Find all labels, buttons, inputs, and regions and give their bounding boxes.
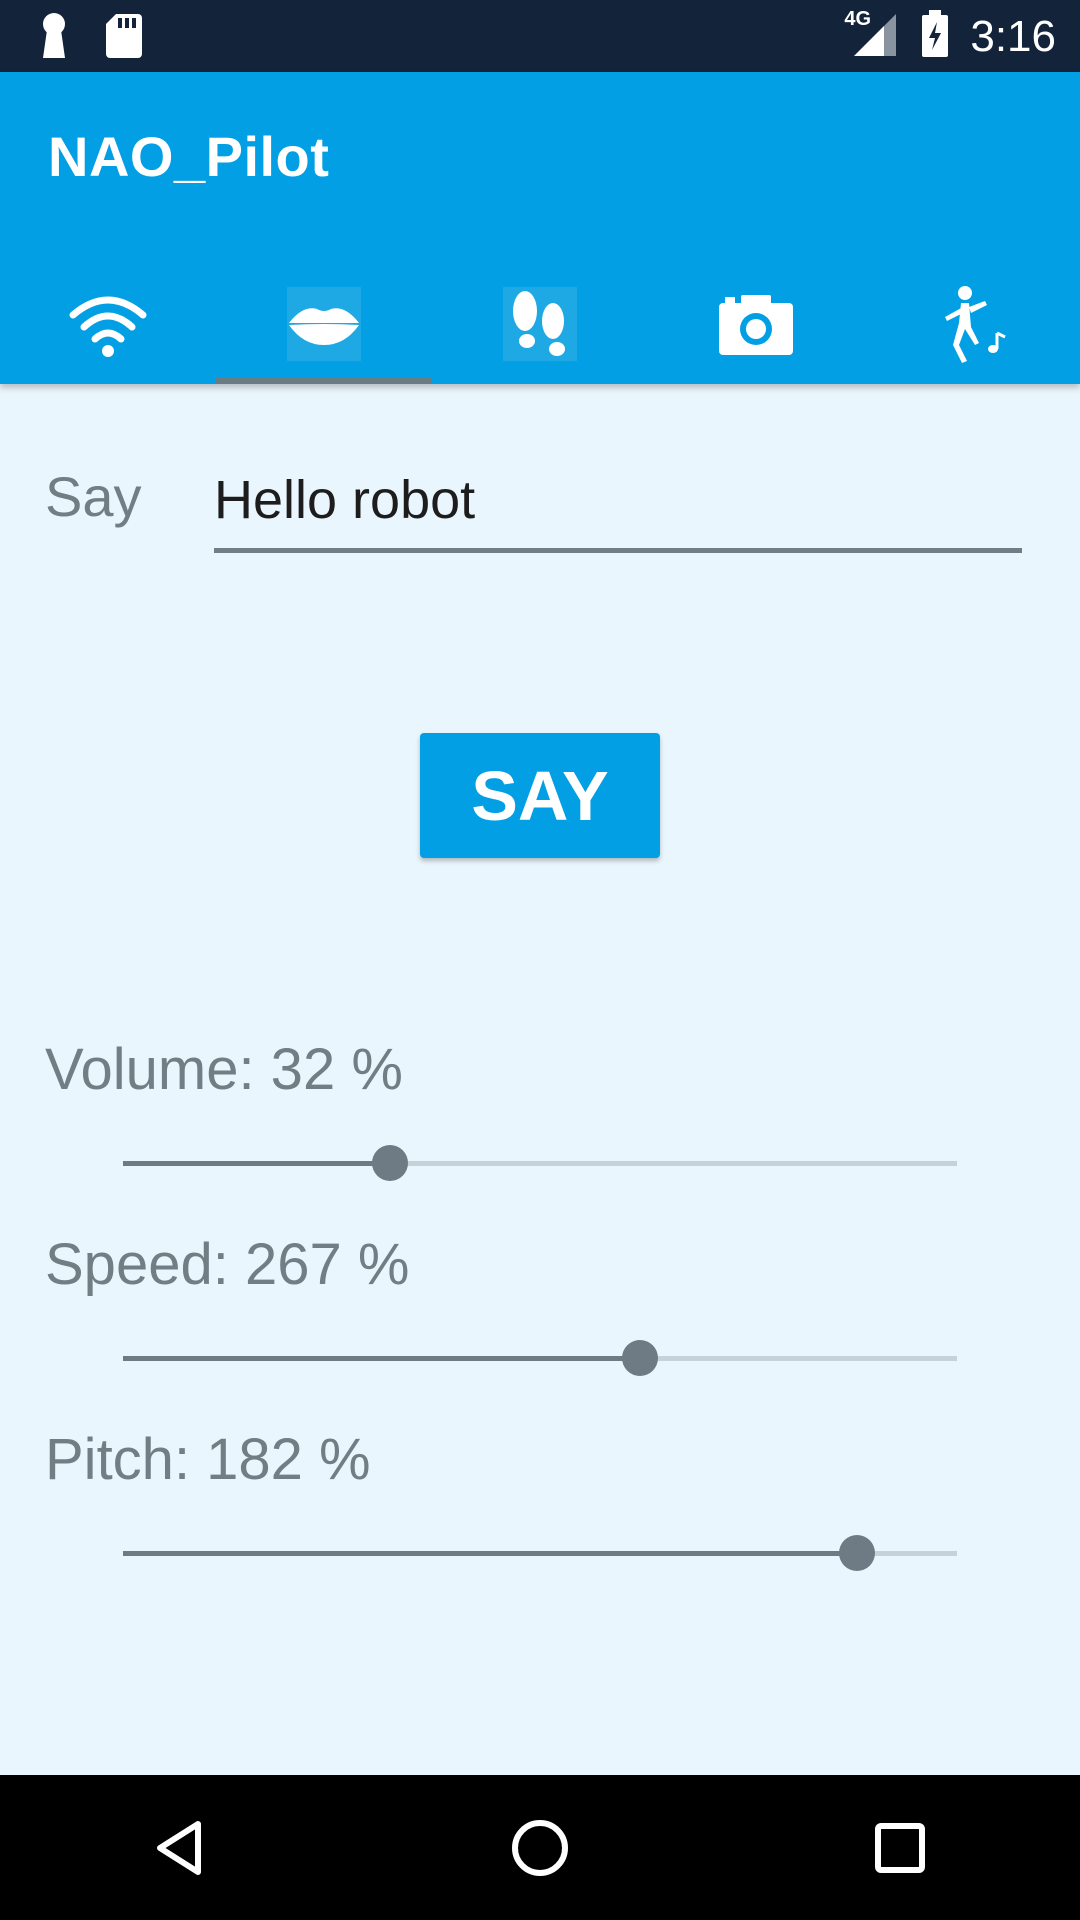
selected-tab-indicator bbox=[216, 378, 432, 384]
recents-button[interactable] bbox=[840, 1788, 960, 1908]
clock: 3:16 bbox=[970, 11, 1056, 61]
tab-dance[interactable] bbox=[864, 264, 1080, 384]
slider-thumb[interactable] bbox=[371, 1145, 408, 1181]
status-bar: 4G 3:16 bbox=[0, 0, 1080, 72]
wifi-icon bbox=[69, 296, 147, 357]
home-button[interactable] bbox=[480, 1788, 600, 1908]
pitch-slider[interactable] bbox=[123, 1533, 957, 1573]
tab-speech[interactable] bbox=[216, 264, 432, 384]
app-bar: NAO_Pilot bbox=[0, 72, 1080, 384]
say-label: Say bbox=[45, 465, 142, 528]
tab-bar bbox=[0, 264, 1080, 384]
slider-fill bbox=[123, 1551, 857, 1556]
slider-thumb[interactable] bbox=[622, 1340, 659, 1376]
camera-icon bbox=[719, 295, 793, 355]
tab-camera[interactable] bbox=[648, 264, 864, 384]
say-button[interactable]: SAY bbox=[420, 733, 660, 858]
back-icon bbox=[157, 1820, 201, 1875]
recents-icon bbox=[875, 1822, 925, 1873]
dance-icon bbox=[945, 286, 1006, 363]
back-button[interactable] bbox=[120, 1788, 240, 1908]
speed-label: Speed: 267 % bbox=[45, 1232, 410, 1297]
lips-icon bbox=[287, 287, 361, 361]
keyhole-icon bbox=[38, 12, 70, 65]
slider-fill bbox=[123, 1356, 641, 1361]
battery-charging-icon bbox=[920, 10, 950, 63]
sd-card-icon bbox=[106, 14, 142, 63]
home-icon bbox=[512, 1819, 568, 1876]
volume-label: Volume: 32 % bbox=[45, 1037, 403, 1102]
slider-thumb[interactable] bbox=[838, 1535, 875, 1571]
tab-connection[interactable] bbox=[0, 264, 216, 384]
tab-walk[interactable] bbox=[432, 264, 648, 384]
signal-icon: 4G bbox=[844, 8, 900, 63]
pitch-label: Pitch: 182 % bbox=[45, 1427, 371, 1492]
system-nav-bar bbox=[0, 1775, 1080, 1920]
speed-slider[interactable] bbox=[123, 1338, 957, 1378]
app-title: NAO_Pilot bbox=[48, 125, 330, 188]
volume-slider[interactable] bbox=[123, 1143, 957, 1183]
slider-fill bbox=[123, 1161, 390, 1166]
network-type-label: 4G bbox=[844, 8, 872, 30]
say-text-input[interactable] bbox=[214, 460, 1022, 553]
footprints-icon bbox=[503, 287, 577, 361]
